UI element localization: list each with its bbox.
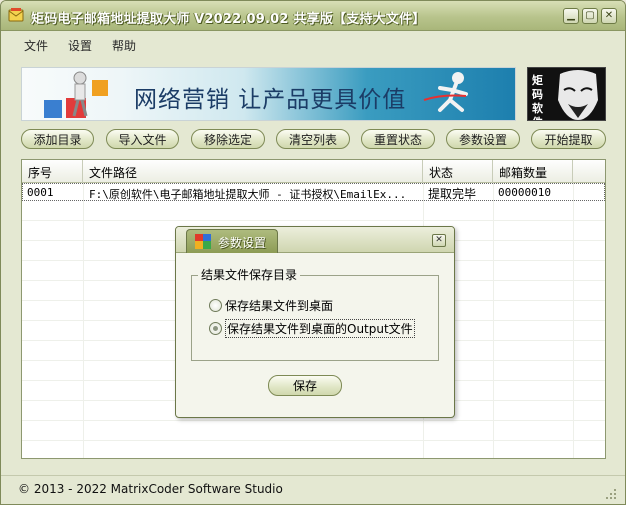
ad-banner[interactable]: 网络营销 让产品更具价值 [21, 67, 516, 121]
grid-line [22, 220, 605, 221]
cell-path: F:\原创软件\电子邮箱地址提取大师 - 证书授权\EmailEx... [89, 188, 407, 201]
copyright-text: © 2013 - 2022 MatrixCoder Software Studi… [18, 482, 283, 496]
mask-icon [558, 70, 598, 120]
column-header-path[interactable]: 文件路径 [83, 160, 423, 183]
status-bar: © 2013 - 2022 MatrixCoder Software Studi… [1, 475, 625, 504]
menu-help[interactable]: 帮助 [112, 37, 136, 54]
puzzle-figure-illustration [44, 71, 108, 118]
main-window: 矩码电子邮箱地址提取大师 V2022.09.02 共享版【支持大文件】 ▁ ▢ … [0, 0, 626, 505]
banner-slogan: 网络营销 让产品更具价值 [134, 87, 407, 113]
close-button[interactable]: ✕ [601, 8, 617, 24]
resize-grip-icon[interactable] [605, 488, 617, 500]
parameter-settings-button[interactable]: 参数设置 [446, 129, 520, 149]
radio-button[interactable] [209, 299, 222, 312]
maximize-button[interactable]: ▢ [582, 8, 598, 24]
menu-file[interactable]: 文件 [24, 37, 48, 54]
add-directory-button[interactable]: 添加目录 [21, 129, 94, 149]
dialog-title-bar[interactable]: 参数设置 ✕ [176, 227, 454, 253]
app-icon [8, 7, 25, 23]
group-label: 结果文件保存目录 [198, 266, 301, 283]
dialog-close-button[interactable]: ✕ [432, 234, 446, 247]
cell-count: 00000010 [498, 186, 551, 199]
grid-line [22, 420, 605, 421]
minimize-button[interactable]: ▁ [563, 8, 579, 24]
option-save-desktop-output[interactable]: 保存结果文件到桌面的Output文件 [209, 319, 415, 338]
menu-bar: 文件 设置 帮助 [1, 32, 625, 56]
column-header-count[interactable]: 邮箱数量 [493, 160, 573, 183]
window-title: 矩码电子邮箱地址提取大师 V2022.09.02 共享版【支持大文件】 [31, 12, 426, 27]
option-label: 保存结果文件到桌面的Output文件 [225, 319, 415, 338]
title-bar[interactable]: 矩码电子邮箱地址提取大师 V2022.09.02 共享版【支持大文件】 ▁ ▢ … [1, 1, 625, 31]
cell-index: 0001 [27, 186, 54, 199]
list-header: 序号 文件路径 状态 邮箱数量 [22, 160, 605, 183]
save-button[interactable]: 保存 [268, 375, 342, 396]
table-row[interactable]: 0001 F:\原创软件\电子邮箱地址提取大师 - 证书授权\EmailEx..… [22, 183, 605, 201]
settings-dialog: 参数设置 ✕ 结果文件保存目录 保存结果文件到桌面 保存结果文件到桌面的Outp… [175, 226, 455, 418]
column-header-index[interactable]: 序号 [22, 160, 83, 183]
brand-logo: 矩码软件 [527, 67, 606, 121]
logo-text: 矩码软件 [532, 74, 543, 120]
menu-settings[interactable]: 设置 [68, 37, 92, 54]
runner-figure-illustration [423, 72, 468, 112]
reset-status-button[interactable]: 重置状态 [361, 129, 435, 149]
option-label: 保存结果文件到桌面 [225, 299, 334, 313]
cell-status: 提取完毕 [428, 187, 477, 201]
dialog-title: 参数设置 [218, 236, 267, 250]
clear-list-button[interactable]: 清空列表 [276, 129, 350, 149]
grid-line [22, 440, 605, 441]
import-file-button[interactable]: 导入文件 [106, 129, 179, 149]
start-extract-button[interactable]: 开始提取 [531, 129, 606, 149]
save-location-group [191, 275, 439, 361]
remove-selected-button[interactable]: 移除选定 [191, 129, 265, 149]
option-save-desktop[interactable]: 保存结果文件到桌面 [209, 297, 333, 314]
settings-icon [195, 234, 211, 249]
radio-button-selected[interactable] [209, 322, 222, 335]
dialog-title-tab: 参数设置 [186, 229, 278, 253]
column-header-status[interactable]: 状态 [423, 160, 493, 183]
